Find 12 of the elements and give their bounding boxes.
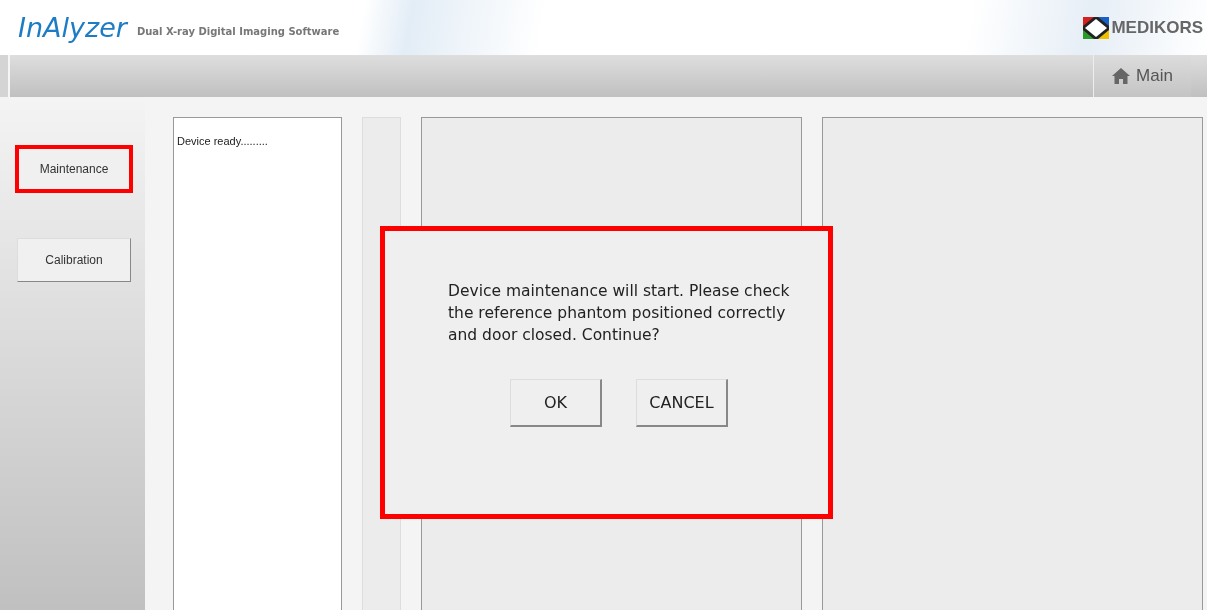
log-text: Device ready......... <box>177 135 268 147</box>
dialog-message: Device maintenance will start. Please check the reference phantom positioned correctly and door closed. Continue? <box>448 281 791 346</box>
dialog-button[interactable]: CANCEL <box>636 379 728 427</box>
brand-name: MEDIKORS <box>1111 17 1203 38</box>
side-button[interactable]: Maintenance <box>17 147 131 191</box>
app-logo: InAlyzer <box>18 12 127 43</box>
dialog-button[interactable]: OK <box>510 379 602 427</box>
home-icon <box>1112 68 1131 84</box>
app-subtitle: Dual X-ray Digital Imaging Software <box>136 26 340 37</box>
brand-logo-icon <box>1083 16 1110 39</box>
side-button[interactable]: Calibration <box>17 238 131 282</box>
main-button[interactable]: Main <box>1093 55 1191 97</box>
